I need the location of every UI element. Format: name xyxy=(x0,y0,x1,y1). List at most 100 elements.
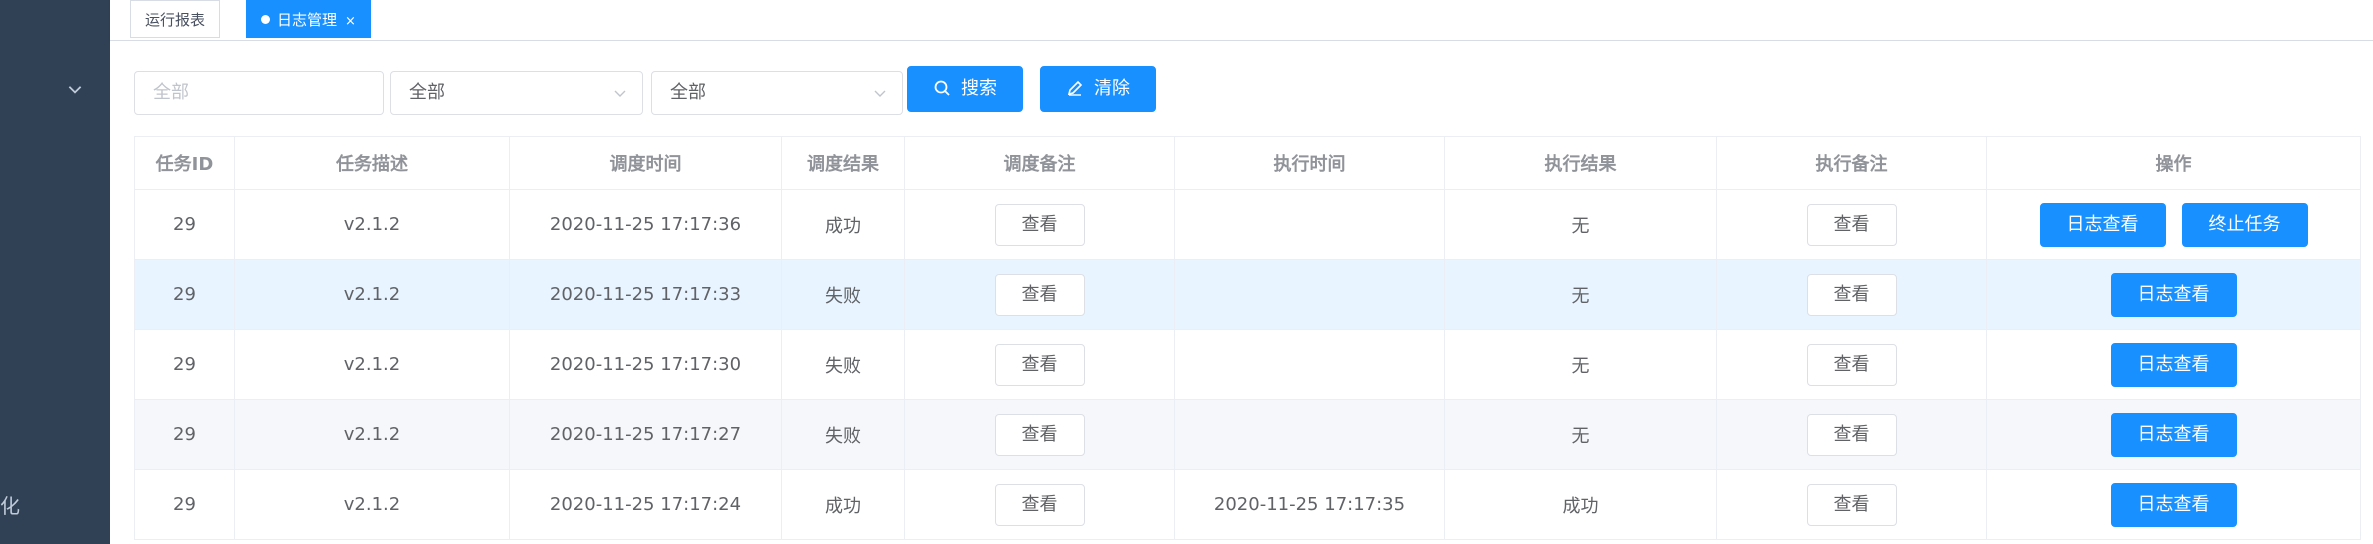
cell-schedule-note: 查看 xyxy=(904,469,1175,540)
tab-run-report[interactable]: 运行报表 xyxy=(130,0,221,38)
cell-schedule-result: 成功 xyxy=(781,189,905,260)
view-exec-note-button[interactable]: 查看 xyxy=(1806,483,1897,526)
view-exec-note-button[interactable]: 查看 xyxy=(1806,273,1897,316)
table-row: 29 v2.1.2 2020-11-25 17:17:24 成功 查看 2020… xyxy=(134,469,2361,540)
view-log-button[interactable]: 日志查看 xyxy=(2110,482,2237,527)
cell-exec-time xyxy=(1174,259,1445,330)
cell-exec-note: 查看 xyxy=(1716,189,1987,260)
cell-schedule-result: 失败 xyxy=(781,259,905,330)
cell-task-desc: v2.1.2 xyxy=(234,469,510,540)
task-id-input-wrapper xyxy=(134,71,384,115)
cell-exec-time xyxy=(1174,189,1445,260)
cell-exec-result: 成功 xyxy=(1444,469,1717,540)
close-icon[interactable]: × xyxy=(345,14,356,29)
header-exec-note: 执行备注 xyxy=(1716,136,1987,190)
cell-task-id: 29 xyxy=(134,329,235,400)
cell-exec-result: 无 xyxy=(1444,189,1717,260)
cell-schedule-result: 失败 xyxy=(781,399,905,470)
view-log-button[interactable]: 日志查看 xyxy=(2110,412,2237,457)
chevron-down-icon[interactable] xyxy=(66,80,84,98)
edit-icon xyxy=(1067,80,1083,96)
table-row: 29 v2.1.2 2020-11-25 17:17:33 失败 查看 无 查看… xyxy=(134,259,2361,330)
cell-exec-time: 2020-11-25 17:17:35 xyxy=(1174,469,1445,540)
cell-schedule-note: 查看 xyxy=(904,329,1175,400)
view-exec-note-button[interactable]: 查看 xyxy=(1806,413,1897,456)
cell-schedule-time: 2020-11-25 17:17:27 xyxy=(509,399,782,470)
cell-exec-time xyxy=(1174,329,1445,400)
cell-exec-result: 无 xyxy=(1444,329,1717,400)
cell-task-desc: v2.1.2 xyxy=(234,259,510,330)
search-label: 搜索 xyxy=(961,78,997,99)
cell-schedule-result: 成功 xyxy=(781,469,905,540)
cell-actions: 日志查看 xyxy=(1986,469,2361,540)
cell-schedule-note: 查看 xyxy=(904,189,1175,260)
table-row: 29 v2.1.2 2020-11-25 17:17:36 成功 查看 无 查看… xyxy=(134,189,2361,260)
cell-schedule-time: 2020-11-25 17:17:33 xyxy=(509,259,782,330)
header-actions: 操作 xyxy=(1986,136,2361,190)
table-row: 29 v2.1.2 2020-11-25 17:17:27 失败 查看 无 查看… xyxy=(134,399,2361,470)
select-value: 全部 xyxy=(670,82,706,103)
task-id-input[interactable] xyxy=(153,72,365,113)
cell-task-desc: v2.1.2 xyxy=(234,189,510,260)
chevron-down-icon xyxy=(612,85,628,101)
cell-task-id: 29 xyxy=(134,189,235,260)
tab-log-management[interactable]: 日志管理 × xyxy=(246,0,371,38)
header-exec-time: 执行时间 xyxy=(1174,136,1445,190)
cell-schedule-time: 2020-11-25 17:17:30 xyxy=(509,329,782,400)
exec-result-select[interactable]: 全部 xyxy=(651,71,903,115)
view-schedule-note-button[interactable]: 查看 xyxy=(994,343,1085,386)
cell-task-id: 29 xyxy=(134,469,235,540)
table-header-row: 任务ID 任务描述 调度时间 调度结果 调度备注 执行时间 执行结果 执行备注 … xyxy=(134,136,2361,190)
clear-button[interactable]: 清除 xyxy=(1040,66,1156,112)
search-icon xyxy=(934,80,950,96)
cell-actions: 日志查看 xyxy=(1986,259,2361,330)
tags-view: 运行报表 日志管理 × xyxy=(110,0,2373,41)
cell-task-desc: v2.1.2 xyxy=(234,399,510,470)
view-schedule-note-button[interactable]: 查看 xyxy=(994,483,1085,526)
header-schedule-result: 调度结果 xyxy=(781,136,905,190)
sidebar: 化 xyxy=(0,0,110,544)
cell-exec-time xyxy=(1174,399,1445,470)
cell-task-id: 29 xyxy=(134,399,235,470)
header-task-desc: 任务描述 xyxy=(234,136,510,190)
chevron-down-icon xyxy=(872,85,888,101)
cell-schedule-note: 查看 xyxy=(904,259,1175,330)
table-row: 29 v2.1.2 2020-11-25 17:17:30 失败 查看 无 查看… xyxy=(134,329,2361,400)
cell-exec-note: 查看 xyxy=(1716,399,1987,470)
cell-schedule-time: 2020-11-25 17:17:36 xyxy=(509,189,782,260)
cell-schedule-note: 查看 xyxy=(904,399,1175,470)
cell-task-desc: v2.1.2 xyxy=(234,329,510,400)
header-task-id: 任务ID xyxy=(134,136,235,190)
search-button[interactable]: 搜索 xyxy=(907,66,1023,112)
schedule-result-select[interactable]: 全部 xyxy=(390,71,643,115)
sidebar-item-label[interactable]: 化 xyxy=(0,494,20,518)
cell-schedule-time: 2020-11-25 17:17:24 xyxy=(509,469,782,540)
view-exec-note-button[interactable]: 查看 xyxy=(1806,343,1897,386)
log-table: 任务ID 任务描述 调度时间 调度结果 调度备注 执行时间 执行结果 执行备注 … xyxy=(134,136,2361,540)
cell-exec-note: 查看 xyxy=(1716,329,1987,400)
view-log-button[interactable]: 日志查看 xyxy=(2039,202,2166,247)
cell-task-id: 29 xyxy=(134,259,235,330)
tab-label: 运行报表 xyxy=(145,11,206,29)
header-schedule-time: 调度时间 xyxy=(509,136,782,190)
view-schedule-note-button[interactable]: 查看 xyxy=(994,273,1085,316)
cell-exec-result: 无 xyxy=(1444,399,1717,470)
header-schedule-note: 调度备注 xyxy=(904,136,1175,190)
cell-exec-result: 无 xyxy=(1444,259,1717,330)
view-schedule-note-button[interactable]: 查看 xyxy=(994,203,1085,246)
cell-actions: 日志查看 xyxy=(1986,399,2361,470)
cell-schedule-result: 失败 xyxy=(781,329,905,400)
cell-exec-note: 查看 xyxy=(1716,259,1987,330)
cell-actions: 日志查看 xyxy=(1986,329,2361,400)
select-value: 全部 xyxy=(409,82,445,103)
view-log-button[interactable]: 日志查看 xyxy=(2110,342,2237,387)
clear-label: 清除 xyxy=(1094,78,1130,99)
view-log-button[interactable]: 日志查看 xyxy=(2110,272,2237,317)
view-schedule-note-button[interactable]: 查看 xyxy=(994,413,1085,456)
tab-label: 日志管理 xyxy=(277,11,338,29)
main-content: 全部 全部 搜索 清除 任务ID 任务描述 调度时间 调度结果 调度备注 执行时… xyxy=(110,41,2373,544)
view-exec-note-button[interactable]: 查看 xyxy=(1806,203,1897,246)
cell-actions: 日志查看 终止任务 xyxy=(1986,189,2361,260)
cell-exec-note: 查看 xyxy=(1716,469,1987,540)
stop-task-button[interactable]: 终止任务 xyxy=(2181,202,2308,247)
